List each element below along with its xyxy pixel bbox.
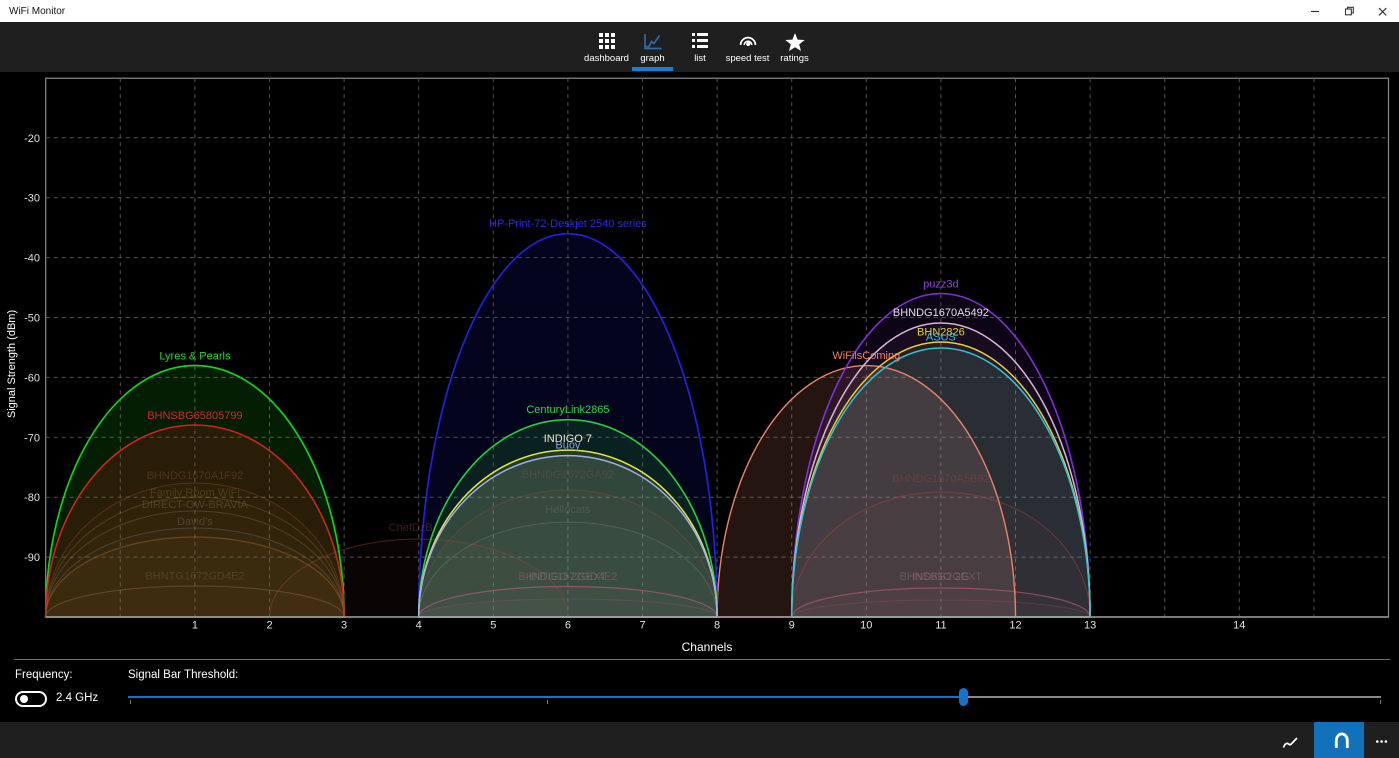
svg-text:DIRECT-OW-BRAVIA: DIRECT-OW-BRAVIA [142, 499, 249, 511]
svg-text:14: 14 [1233, 620, 1245, 632]
svg-text:INDIGO 2GEXT: INDIGO 2GEXT [529, 571, 608, 583]
svg-text:-50: -50 [24, 313, 40, 325]
svg-text:HP-Print-72-Deskjet 2540 serie: HP-Print-72-Deskjet 2540 series [489, 218, 647, 230]
svg-text:7: 7 [639, 620, 645, 632]
svg-text:4: 4 [416, 620, 422, 632]
svg-text:BHNSBG2GEXT: BHNSBG2GEXT [900, 571, 983, 583]
svg-text:3: 3 [341, 620, 347, 632]
svg-text:Channels: Channels [682, 640, 733, 654]
svg-text:Lyres & Pearls: Lyres & Pearls [159, 351, 231, 363]
svg-text:David's: David's [177, 516, 213, 528]
svg-text:BHNDG1670A5B92: BHNDG1670A5B92 [892, 473, 989, 485]
svg-text:2: 2 [266, 620, 272, 632]
svg-text:BHNTG1672GD4E2: BHNTG1672GD4E2 [145, 571, 244, 583]
svg-text:-60: -60 [24, 372, 40, 384]
svg-text:9: 9 [789, 620, 795, 632]
svg-text:BHNDG1670A1F92: BHNDG1670A1F92 [147, 470, 244, 482]
svg-text:WiFilsComing: WiFilsComing [832, 350, 900, 362]
svg-text:13: 13 [1084, 620, 1096, 632]
svg-text:puzz3d: puzz3d [923, 279, 958, 291]
svg-text:-90: -90 [24, 552, 40, 564]
svg-text:12: 12 [1009, 620, 1021, 632]
svg-text:BHNSBG65805799: BHNSBG65805799 [147, 410, 242, 422]
svg-text:5: 5 [490, 620, 496, 632]
svg-text:BHNDG1672GA92: BHNDG1672GA92 [522, 469, 614, 481]
svg-text:-70: -70 [24, 432, 40, 444]
svg-text:Signal Strength (dBm): Signal Strength (dBm) [6, 310, 18, 418]
svg-text:1: 1 [192, 620, 198, 632]
svg-text:-40: -40 [24, 253, 40, 265]
svg-text:Hellocats: Hellocats [545, 504, 591, 516]
svg-text:Family Room WiFi: Family Room WiFi [150, 487, 240, 499]
svg-text:-20: -20 [24, 133, 40, 145]
svg-text:ASUS: ASUS [926, 332, 956, 344]
svg-text:-80: -80 [24, 492, 40, 504]
svg-text:11: 11 [935, 620, 946, 632]
svg-text:6: 6 [565, 620, 571, 632]
svg-text:ChefDzB: ChefDzB [389, 522, 433, 534]
svg-text:-30: -30 [24, 193, 40, 205]
svg-text:CenturyLink2865: CenturyLink2865 [526, 404, 609, 416]
svg-text:10: 10 [860, 620, 872, 632]
svg-text:8: 8 [714, 620, 720, 632]
svg-text:Buoy: Buoy [555, 440, 581, 452]
svg-text:BHNDG1670A5492: BHNDG1670A5492 [893, 307, 989, 319]
